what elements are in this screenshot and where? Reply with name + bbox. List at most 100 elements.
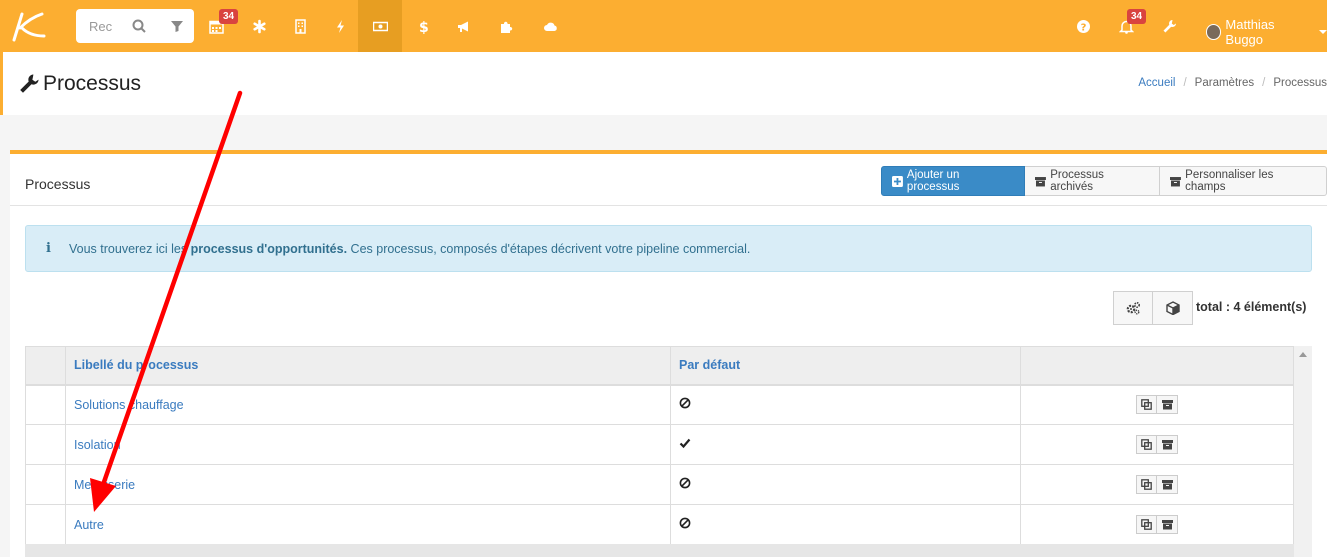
add-process-button[interactable]: Ajouter un processus — [881, 166, 1026, 196]
dollar-nav[interactable]: $ — [400, 0, 444, 52]
row-actions-cell — [1020, 504, 1294, 545]
svg-text:?: ? — [1080, 22, 1086, 33]
vertical-scrollbar[interactable] — [1294, 346, 1312, 557]
archive-button[interactable] — [1157, 515, 1178, 534]
processes-table: Libellé du processus Par défaut Solution… — [25, 346, 1294, 545]
archive-icon — [1170, 176, 1182, 186]
plus-square-icon — [892, 175, 903, 187]
user-name: Matthias Buggo — [1225, 17, 1275, 47]
archive-button[interactable] — [1157, 435, 1178, 454]
campaigns-nav[interactable] — [441, 0, 485, 52]
row-select-cell — [25, 384, 66, 425]
top-navbar: Rec 34 $ ? 34 Matthias Buggo — [0, 0, 1327, 52]
alert-text: Vous trouverez ici les processus d'oppor… — [69, 242, 751, 256]
customize-fields-button[interactable]: Personnaliser les champs — [1160, 166, 1327, 196]
money-nav[interactable] — [358, 0, 402, 52]
energy-nav[interactable] — [318, 0, 362, 52]
archive-icon — [1161, 399, 1173, 410]
archive-icon — [1161, 479, 1173, 490]
table-header-row: Libellé du processus Par défaut — [25, 346, 1294, 386]
settings-nav[interactable] — [1147, 0, 1191, 52]
table-row: Menuiserie — [25, 464, 1294, 505]
archive-button[interactable] — [1157, 475, 1178, 494]
duplicate-button[interactable] — [1136, 395, 1157, 415]
search-input[interactable]: Rec — [89, 19, 112, 34]
duplicate-button[interactable] — [1136, 435, 1157, 454]
process-label-link[interactable]: Autre — [65, 504, 671, 545]
svg-text:$: $ — [419, 20, 429, 34]
archive-icon — [1161, 519, 1173, 530]
ban-icon — [679, 397, 691, 412]
documents-nav[interactable] — [278, 0, 322, 52]
duplicate-button[interactable] — [1136, 515, 1157, 534]
row-actions-cell — [1020, 464, 1294, 505]
row-select-cell — [25, 504, 66, 545]
user-menu[interactable]: Matthias Buggo — [1206, 17, 1327, 47]
avatar — [1206, 24, 1222, 40]
page-header: Processus Accueil / Paramètres / Process… — [0, 52, 1327, 115]
process-label-link[interactable]: Menuiserie — [65, 464, 671, 505]
info-icon: i — [46, 241, 51, 256]
puzzle-icon — [500, 21, 512, 33]
search-icon[interactable] — [132, 19, 146, 33]
ban-icon — [679, 517, 691, 532]
scroll-up-icon[interactable] — [1299, 352, 1307, 357]
table-tools — [1113, 291, 1193, 325]
notifications-nav[interactable] — [1104, 0, 1148, 52]
label-column-header[interactable]: Libellé du processus — [65, 346, 671, 386]
archived-processes-button[interactable]: Processus archivés — [1025, 166, 1161, 196]
brand-logo[interactable] — [8, 8, 48, 44]
chevron-down-icon — [1319, 30, 1327, 34]
panel-divider — [10, 205, 1327, 206]
row-select-cell — [25, 464, 66, 505]
copy-icon — [1141, 519, 1152, 530]
search-box[interactable]: Rec — [76, 9, 194, 43]
notifications-badge: 34 — [1127, 9, 1147, 24]
ban-icon — [679, 477, 691, 492]
wrench-icon — [1163, 19, 1176, 32]
panel-actions: Ajouter un processus Processus archivés … — [881, 166, 1327, 196]
default-status-cell — [670, 424, 1021, 465]
export-button[interactable] — [1153, 291, 1193, 325]
calendar-badge: 34 — [219, 9, 239, 24]
medical-nav[interactable] — [237, 0, 281, 52]
extensions-nav[interactable] — [484, 0, 528, 52]
wrench-icon — [20, 74, 39, 93]
calendar-nav[interactable] — [194, 0, 238, 52]
process-label-link[interactable]: Isolation — [65, 424, 671, 465]
asterisk-icon — [252, 19, 266, 33]
bolt-icon — [336, 19, 344, 33]
cube-icon — [1165, 301, 1180, 315]
select-column-header — [25, 346, 66, 386]
page-title: Processus — [43, 72, 142, 95]
building-icon — [294, 18, 306, 34]
row-actions-cell — [1020, 384, 1294, 425]
settings-button[interactable] — [1113, 291, 1153, 325]
cloud-nav[interactable] — [528, 0, 572, 52]
help-nav[interactable]: ? — [1061, 0, 1105, 52]
breadcrumb-home[interactable]: Accueil — [1138, 77, 1175, 89]
default-status-cell — [670, 384, 1021, 425]
table-footer — [25, 544, 1294, 557]
dollar-icon: $ — [419, 20, 429, 34]
filter-icon[interactable] — [170, 19, 184, 33]
check-icon — [679, 438, 691, 452]
info-alert: i Vous trouverez ici les processus d'opp… — [25, 225, 1312, 272]
duplicate-button[interactable] — [1136, 475, 1157, 494]
question-icon: ? — [1076, 19, 1090, 33]
breadcrumb-settings[interactable]: Paramètres — [1195, 77, 1254, 89]
row-select-cell — [25, 424, 66, 465]
breadcrumb-separator: / — [1262, 77, 1266, 89]
copy-icon — [1141, 439, 1152, 450]
panel-title: Processus — [25, 176, 91, 192]
copy-icon — [1141, 399, 1152, 411]
process-label-link[interactable]: Solutions chauffage — [65, 384, 671, 425]
breadcrumb-current: Processus — [1273, 77, 1327, 89]
default-column-header[interactable]: Par défaut — [670, 346, 1021, 386]
table-row: Isolation — [25, 424, 1294, 465]
table-row: Autre — [25, 504, 1294, 545]
archive-icon — [1035, 176, 1047, 186]
breadcrumb: Accueil / Paramètres / Processus — [1138, 77, 1327, 89]
archive-button[interactable] — [1157, 395, 1178, 415]
table-row: Solutions chauffage — [25, 384, 1294, 425]
